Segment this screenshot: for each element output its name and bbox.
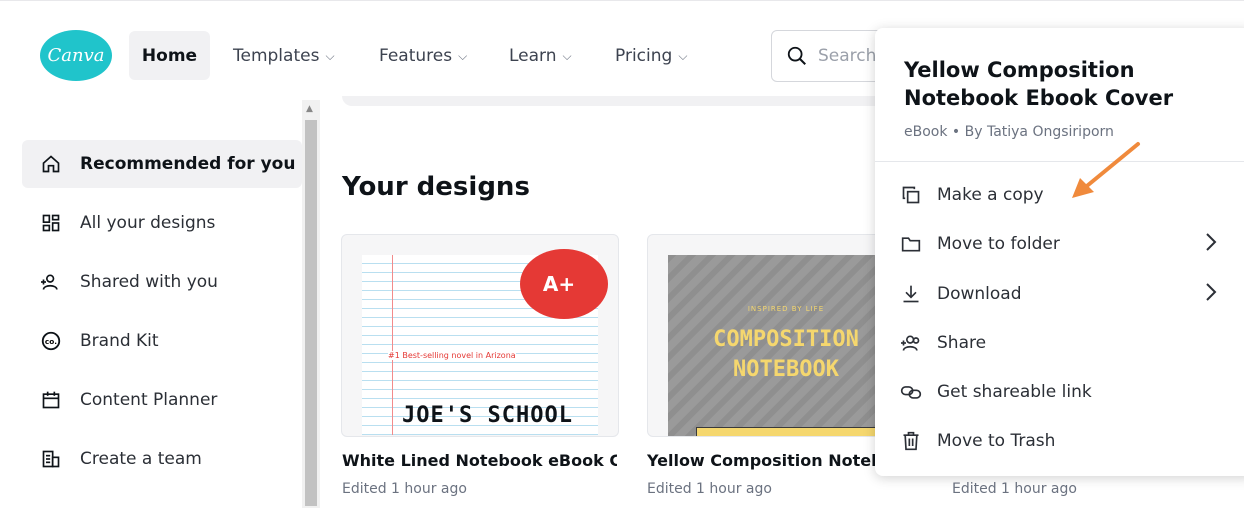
scroll-up-icon[interactable]: ▲ (306, 104, 313, 114)
brand-icon: co. (40, 330, 62, 352)
sidebar-item-label: Brand Kit (80, 331, 159, 351)
sidebar-item-label: Content Planner (80, 390, 218, 410)
sidebar-item-label: Shared with you (80, 272, 218, 292)
nav-pricing[interactable]: Pricing ⌵ (615, 31, 687, 80)
design-card-meta: Edited 1 hour ago (952, 481, 1077, 497)
nav-templates-label: Templates (233, 45, 320, 66)
menu-item-label: Get shareable link (937, 382, 1092, 402)
folder-icon (899, 232, 923, 256)
thumbnail-pencil (696, 427, 886, 436)
nav-features-label: Features (379, 45, 453, 66)
menu-share[interactable]: Share (899, 323, 1229, 363)
nav-learn-label: Learn (509, 45, 557, 66)
team-icon (40, 448, 62, 470)
top-divider (0, 0, 1244, 1)
menu-item-label: Share (937, 333, 987, 353)
home-icon (40, 153, 62, 175)
download-icon (899, 282, 923, 306)
menu-download[interactable]: Download (899, 274, 1229, 314)
canva-logo[interactable]: Canva (40, 30, 112, 81)
menu-get-link[interactable]: Get shareable link (899, 372, 1229, 412)
sidebar-item-label: Recommended for you (80, 154, 296, 174)
chevron-right-icon (1205, 232, 1217, 257)
chevron-down-icon: ⌵ (562, 49, 572, 63)
design-card-title[interactable]: Yellow Composition Notebo (647, 451, 875, 470)
svg-text:co.: co. (45, 337, 57, 346)
thumbnail-tagline: #1 Best-selling novel in Arizona (388, 351, 516, 360)
nav-pricing-label: Pricing (615, 45, 673, 66)
section-title: Your designs (342, 172, 530, 202)
design-card[interactable]: A+ #1 Best-selling novel in Arizona JOE'… (341, 234, 619, 437)
sidebar-item-label: All your designs (80, 213, 216, 233)
menu-item-label: Move to folder (937, 234, 1060, 254)
sidebar-item-create-team[interactable]: Create a team (22, 435, 302, 483)
share-icon (899, 331, 923, 355)
nav-templates[interactable]: Templates ⌵ (233, 31, 335, 80)
sidebar: Recommended for you All your designs Sha… (0, 100, 302, 508)
margin-line (392, 255, 393, 435)
thumbnail-heading-line: COMPOSITION (713, 327, 859, 352)
content-banner-edge (342, 96, 902, 106)
nav-learn[interactable]: Learn ⌵ (509, 31, 572, 80)
divider (875, 161, 1244, 162)
thumbnail-tagline: INSPIRED BY LIFE (747, 305, 825, 313)
people-icon (40, 271, 62, 293)
search-icon (787, 46, 806, 65)
chevron-down-icon: ⌵ (678, 49, 688, 63)
thumbnail-heading: COMPOSITION NOTEBOOK (668, 325, 904, 385)
nav-home[interactable]: Home (129, 31, 210, 80)
menu-move-to-trash[interactable]: Move to Trash (899, 421, 1229, 461)
sidebar-item-recommended[interactable]: Recommended for you (22, 140, 302, 188)
popup-title: Yellow Composition Notebook Ebook Cover (904, 58, 1174, 110)
chevron-down-icon: ⌵ (458, 49, 468, 63)
trash-icon (899, 429, 923, 453)
chevron-right-icon (1205, 282, 1217, 307)
design-card-meta: Edited 1 hour ago (342, 481, 467, 497)
design-thumbnail: INSPIRED BY LIFE COMPOSITION NOTEBOOK (668, 255, 904, 436)
search-placeholder: Search (818, 46, 877, 66)
chevron-down-icon: ⌵ (325, 49, 335, 63)
menu-item-label: Make a copy (937, 185, 1044, 205)
menu-make-copy[interactable]: Make a copy (899, 175, 1229, 215)
design-thumbnail: A+ #1 Best-selling novel in Arizona JOE'… (362, 249, 608, 435)
grade-badge: A+ (520, 249, 608, 319)
sidebar-item-shared[interactable]: Shared with you (22, 258, 302, 306)
sidebar-item-brand-kit[interactable]: co. Brand Kit (22, 317, 302, 365)
design-card-title[interactable]: White Lined Notebook eBook C... (342, 451, 617, 470)
menu-item-label: Move to Trash (937, 431, 1056, 451)
thumbnail-heading: JOE'S SCHOOL (402, 403, 573, 428)
design-card-meta: Edited 1 hour ago (647, 481, 772, 497)
link-icon (899, 380, 923, 404)
copy-icon (899, 183, 923, 207)
nav-features[interactable]: Features ⌵ (379, 31, 467, 80)
calendar-icon (40, 389, 62, 411)
thumbnail-heading-line: NOTEBOOK (733, 357, 839, 382)
sidebar-item-label: Create a team (80, 449, 202, 469)
grid-icon (40, 212, 62, 234)
sidebar-scrollbar[interactable]: ▲ (302, 100, 320, 508)
design-context-menu: Yellow Composition Notebook Ebook Cover … (875, 28, 1244, 476)
sidebar-item-all-designs[interactable]: All your designs (22, 199, 302, 247)
sidebar-item-content-planner[interactable]: Content Planner (22, 376, 302, 424)
annotation-arrow (1072, 142, 1140, 198)
menu-move-to-folder[interactable]: Move to folder (899, 224, 1229, 264)
scrollbar-thumb[interactable] (305, 120, 317, 506)
menu-item-label: Download (937, 284, 1022, 304)
